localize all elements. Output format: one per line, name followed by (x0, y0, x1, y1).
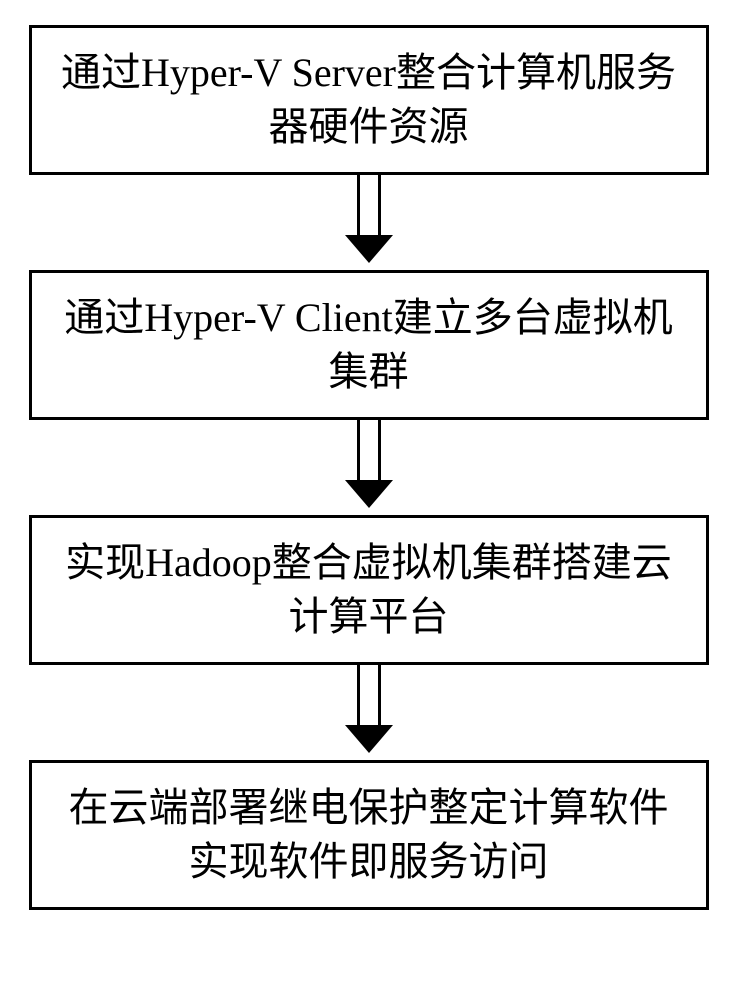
step-text: 在云端部署继电保护整定计算软件实现软件即服务访问 (69, 785, 669, 884)
arrow-shaft (357, 175, 381, 237)
arrow-shaft (357, 665, 381, 727)
arrow-head-icon (345, 480, 393, 508)
flowchart-step-3: 实现Hadoop整合虚拟机集群搭建云计算平台 (29, 515, 709, 665)
flowchart-container: 通过Hyper-V Server整合计算机服务器硬件资源 通过Hyper-V C… (0, 25, 737, 910)
arrow-head-icon (345, 725, 393, 753)
arrow-down-3 (345, 665, 393, 760)
step-text: 实现Hadoop整合虚拟机集群搭建云计算平台 (65, 540, 672, 639)
flowchart-step-1: 通过Hyper-V Server整合计算机服务器硬件资源 (29, 25, 709, 175)
arrow-head-icon (345, 235, 393, 263)
step-text: 通过Hyper-V Server整合计算机服务器硬件资源 (61, 50, 676, 149)
flowchart-step-4: 在云端部署继电保护整定计算软件实现软件即服务访问 (29, 760, 709, 910)
arrow-shaft (357, 420, 381, 482)
arrow-down-1 (345, 175, 393, 270)
flowchart-step-2: 通过Hyper-V Client建立多台虚拟机集群 (29, 270, 709, 420)
step-text: 通过Hyper-V Client建立多台虚拟机集群 (64, 295, 672, 394)
arrow-down-2 (345, 420, 393, 515)
